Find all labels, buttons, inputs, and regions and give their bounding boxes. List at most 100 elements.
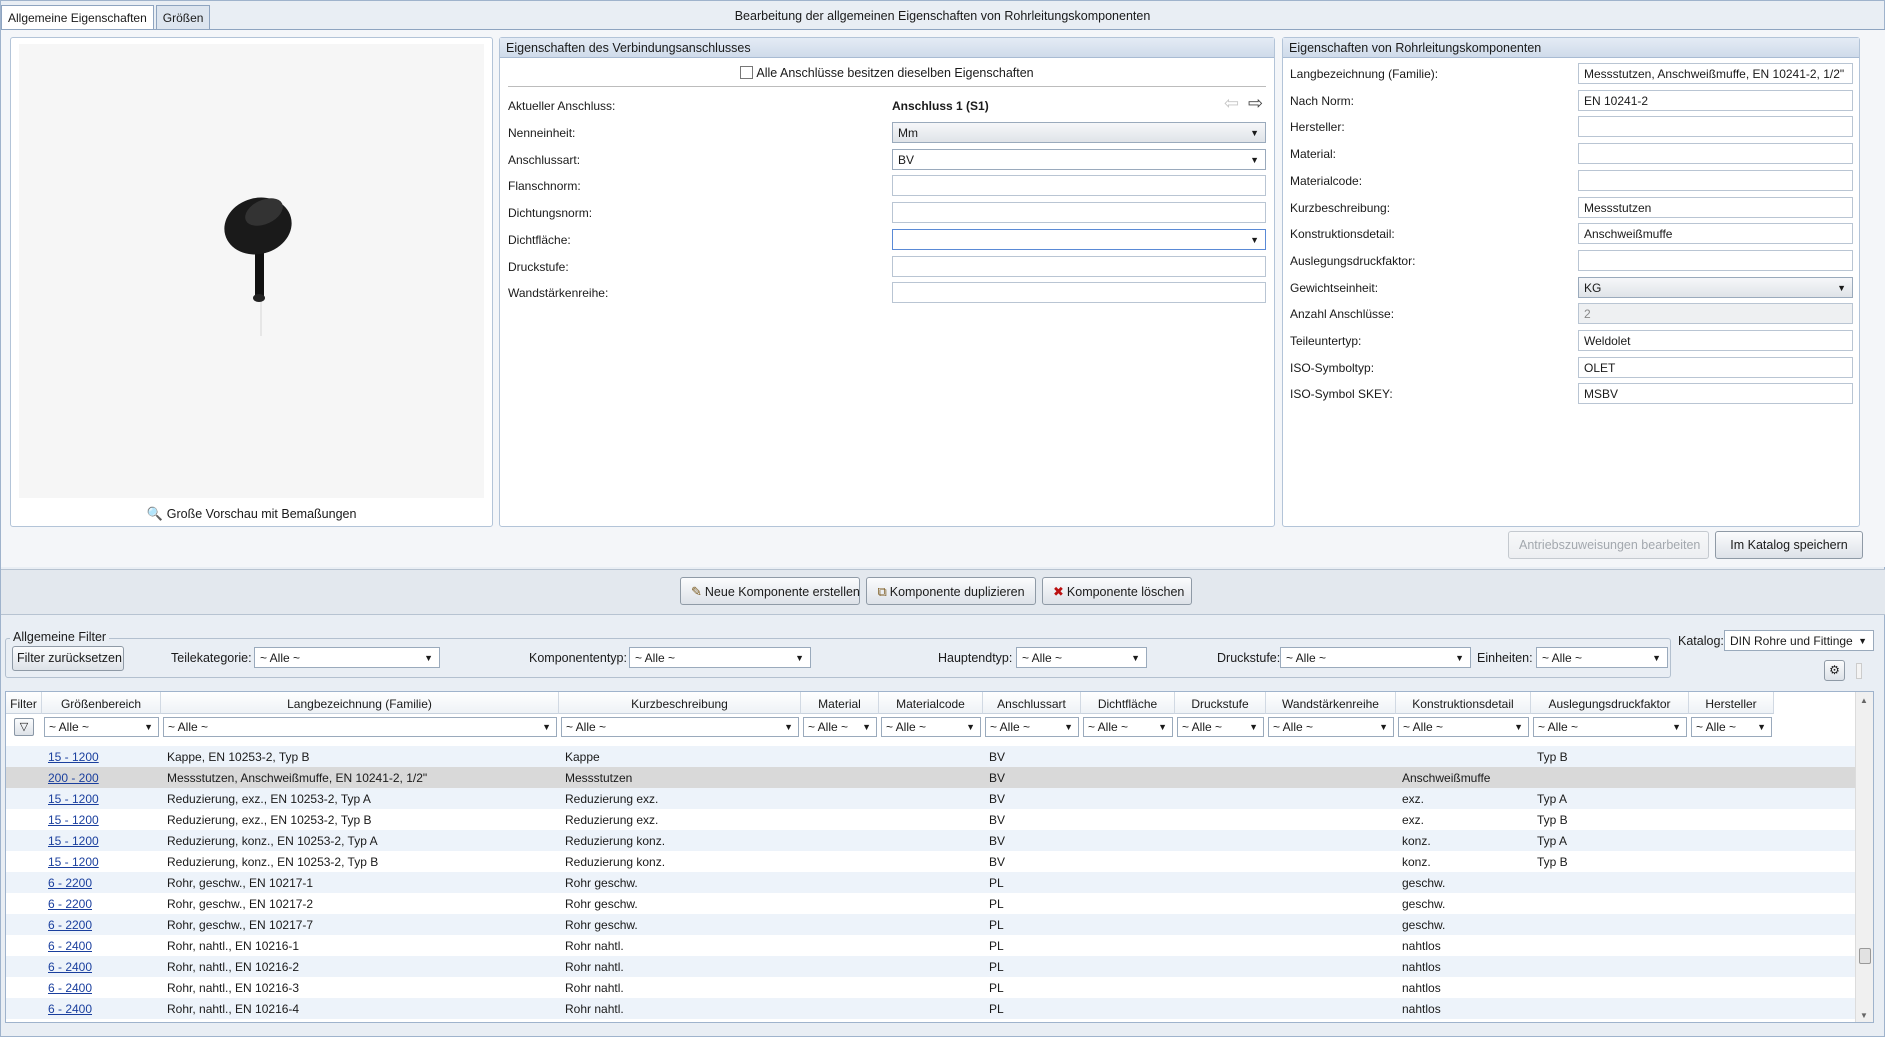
column-header-9[interactable]: Wandstärkenreihe	[1266, 692, 1396, 714]
cell-size[interactable]: 200 - 200	[48, 771, 99, 785]
prop-2-input[interactable]	[1578, 116, 1853, 138]
prop-3-input[interactable]	[1578, 143, 1853, 165]
column-header-5[interactable]: Materialcode	[879, 692, 983, 714]
table-row[interactable]: 6 - 2400 Rohr, nahtl., EN 10216-4 Rohr nah…	[6, 998, 1855, 1019]
column-filter-7[interactable]: ~ Alle ~ ▼	[1083, 717, 1173, 737]
column-header-1[interactable]: Größenbereich	[42, 692, 161, 714]
column-header-6[interactable]: Anschlussart	[983, 692, 1081, 714]
same-properties-checkbox-row[interactable]: Alle Anschlüsse besitzen dieselben Eigen…	[500, 66, 1274, 80]
cell-conn: PL	[989, 981, 1004, 995]
column-filter-2[interactable]: ~ Alle ~ ▼	[163, 717, 557, 737]
conn-3-input[interactable]	[892, 202, 1266, 224]
column-header-12[interactable]: Hersteller	[1689, 692, 1774, 714]
conn-0-select[interactable]: Mm ▼	[892, 122, 1266, 143]
table-row[interactable]: 200 - 200 Messstutzen, Anschweißmuffe, EN…	[6, 767, 1855, 788]
table-row[interactable]: 6 - 2200 Rohr, geschw., EN 10217-2 Rohr ge…	[6, 893, 1855, 914]
column-filter-5[interactable]: ~ Alle ~ ▼	[881, 717, 981, 737]
conn-2-input[interactable]	[892, 175, 1266, 197]
new-component-button[interactable]: ✎ Neue Komponente erstellen	[680, 577, 860, 605]
conn-4-select[interactable]: ▼	[892, 228, 1266, 250]
chevron-down-icon: ▼	[1158, 722, 1167, 732]
chevron-down-icon: ▼	[795, 653, 804, 663]
prop-8-select[interactable]: KG ▼	[1578, 276, 1853, 298]
conn-5-input[interactable]	[892, 255, 1266, 277]
table-row[interactable]: 6 - 2400 Rohr, nahtl., EN 10216-1 Rohr nah…	[6, 935, 1855, 956]
cell-size[interactable]: 6 - 2400	[48, 939, 92, 953]
conn-1-select[interactable]: BV ▼	[892, 148, 1266, 170]
column-filter-6[interactable]: ~ Alle ~ ▼	[985, 717, 1079, 737]
previous-connection-arrow-icon[interactable]: ⇦	[1224, 94, 1239, 112]
cell-size[interactable]: 15 - 1200	[48, 855, 99, 869]
column-header-7[interactable]: Dichtfläche	[1081, 692, 1175, 714]
column-header-3[interactable]: Kurzbeschreibung	[559, 692, 801, 714]
prop-4-input[interactable]	[1578, 169, 1853, 191]
cell-size[interactable]: 15 - 1200	[48, 750, 99, 764]
scroll-thumb[interactable]	[1859, 948, 1871, 964]
column-filter-9[interactable]: ~ Alle ~ ▼	[1268, 717, 1394, 737]
column-filter-3[interactable]: ~ Alle ~ ▼	[561, 717, 799, 737]
prop-0-input[interactable]: Messstutzen, Anschweißmuffe, EN 10241-2,…	[1578, 63, 1853, 84]
cell-size[interactable]: 6 - 2200	[48, 897, 92, 911]
prop-5-input[interactable]: Messstutzen	[1578, 196, 1853, 218]
einheiten-select[interactable]: ~ Alle ~ ▼	[1536, 647, 1668, 668]
scroll-down-icon[interactable]: ▼	[1860, 1011, 1868, 1020]
prop-1-input[interactable]: EN 10241-2	[1578, 89, 1853, 111]
prop-6-input[interactable]: Anschweißmuffe	[1578, 223, 1853, 245]
grid-vertical-scrollbar[interactable]: ▲ ▼	[1855, 692, 1873, 1022]
komponententyp-select[interactable]: ~ Alle ~ ▼	[629, 647, 811, 668]
column-filter-10[interactable]: ~ Alle ~ ▼	[1398, 717, 1529, 737]
prop-7-input[interactable]	[1578, 249, 1853, 271]
table-row[interactable]: 6 - 2200 Rohr, geschw., EN 10217-1 Rohr ge…	[6, 872, 1855, 893]
table-row[interactable]: 6 - 2400 Rohr, nahtl., EN 10216-3 Rohr nah…	[6, 977, 1855, 998]
table-row[interactable]: 6 - 2200 Rohr, geschw., EN 10217-7 Rohr ge…	[6, 914, 1855, 935]
table-row[interactable]: 15 - 1200 Kappe, EN 10253-2, Typ B Kappe BV…	[6, 746, 1855, 767]
column-header-11[interactable]: Auslegungsdruckfaktor	[1531, 692, 1689, 714]
cell-size[interactable]: 6 - 2200	[48, 876, 92, 890]
catalog-settings-button[interactable]: ⚙	[1824, 660, 1845, 681]
cell-size[interactable]: 15 - 1200	[48, 834, 99, 848]
table-row[interactable]: 15 - 1200 Reduzierung, konz., EN 10253-2,…	[6, 830, 1855, 851]
prop-10-label: Teileuntertyp:	[1290, 334, 1362, 348]
table-row[interactable]: 15 - 1200 Reduzierung, konz., EN 10253-2,…	[6, 851, 1855, 872]
next-connection-arrow-icon[interactable]: ⇨	[1248, 94, 1263, 112]
conn-6-input[interactable]	[892, 282, 1266, 304]
delete-component-button[interactable]: ✖ Komponente löschen	[1042, 577, 1192, 605]
column-filter-8[interactable]: ~ Alle ~ ▼	[1177, 717, 1264, 737]
table-row[interactable]: 15 - 1200 Reduzierung, exz., EN 10253-2, …	[6, 809, 1855, 830]
duplicate-component-button[interactable]: ⧉ Komponente duplizieren	[866, 577, 1036, 605]
large-preview-link[interactable]: 🔍 Große Vorschau mit Bemaßungen	[11, 506, 492, 522]
reset-filter-button[interactable]: Filter zurücksetzen	[12, 646, 124, 671]
column-header-0[interactable]: Filter	[6, 692, 42, 714]
hauptendtyp-select[interactable]: ~ Alle ~ ▼	[1016, 647, 1147, 668]
column-filter-1[interactable]: ~ Alle ~ ▼	[44, 717, 159, 737]
cell-size[interactable]: 15 - 1200	[48, 813, 99, 827]
prop-10-input[interactable]: Weldolet	[1578, 330, 1853, 351]
chevron-down-icon: ▼	[144, 722, 153, 732]
column-header-4[interactable]: Material	[801, 692, 879, 714]
same-properties-checkbox[interactable]	[740, 66, 754, 79]
column-header-8[interactable]: Druckstufe	[1175, 692, 1266, 714]
druckstufe-select[interactable]: ~ Alle ~ ▼	[1280, 647, 1471, 668]
splitter-handle[interactable]	[1856, 663, 1862, 679]
column-filter-11[interactable]: ~ Alle ~ ▼	[1533, 717, 1687, 737]
prop-12-input[interactable]: MSBV	[1578, 383, 1853, 405]
table-row[interactable]: 6 - 2400 Rohr, nahtl., EN 10216-2 Rohr nah…	[6, 956, 1855, 977]
prop-11-input[interactable]: OLET	[1578, 356, 1853, 378]
edit-drive-assignments-button[interactable]: Antriebszuweisungen bearbeiten	[1508, 531, 1709, 559]
cell-size[interactable]: 6 - 2200	[48, 918, 92, 932]
cell-size[interactable]: 15 - 1200	[48, 792, 99, 806]
scroll-up-icon[interactable]: ▲	[1860, 696, 1868, 705]
save-to-catalog-button[interactable]: Im Katalog speichern	[1715, 531, 1863, 559]
cell-size[interactable]: 6 - 2400	[48, 1002, 92, 1016]
column-header-10[interactable]: Konstruktionsdetail	[1396, 692, 1531, 714]
column-filter-12[interactable]: ~ Alle ~ ▼	[1691, 717, 1772, 737]
table-row[interactable]: 15 - 1200 Reduzierung, exz., EN 10253-2, …	[6, 788, 1855, 809]
teilekategorie-select[interactable]: ~ Alle ~ ▼	[254, 647, 440, 668]
cell-size[interactable]: 6 - 2400	[48, 981, 92, 995]
column-filter-4[interactable]: ~ Alle ~ ▼	[803, 717, 877, 737]
component-preview-image	[19, 44, 484, 498]
cell-size[interactable]: 6 - 2400	[48, 960, 92, 974]
column-header-2[interactable]: Langbezeichnung (Familie)	[161, 692, 559, 714]
katalog-select[interactable]: DIN Rohre und Fittinge ▼	[1724, 630, 1874, 651]
filter-funnel-icon[interactable]: ▽	[14, 718, 34, 736]
